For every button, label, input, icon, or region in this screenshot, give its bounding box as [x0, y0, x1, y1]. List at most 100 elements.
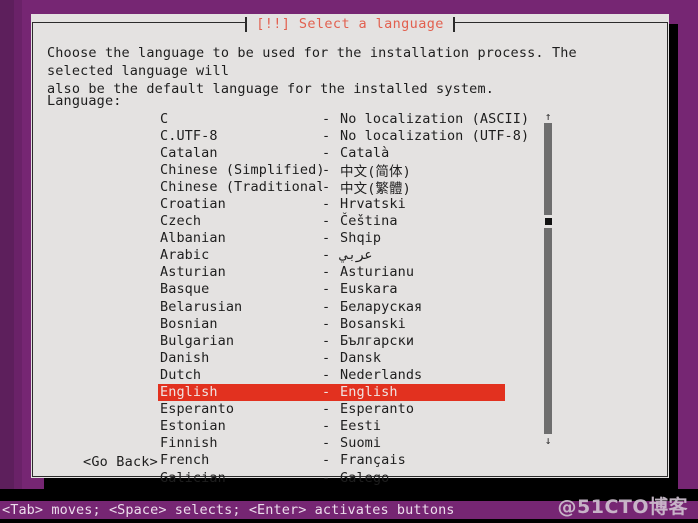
language-list-item[interactable]: Arabic - عربي: [158, 247, 503, 264]
language-name: Croatian: [160, 196, 226, 213]
language-name: Asturian: [160, 264, 226, 281]
language-list-item[interactable]: Croatian - Hrvatski: [158, 195, 503, 212]
language-native-name: Asturianu: [340, 264, 415, 281]
watermark: @51CTO博客: [557, 496, 688, 518]
page-title: [!!] Select a language: [247, 14, 453, 34]
language-native-name: Esperanto: [340, 401, 415, 418]
language-separator: -: [322, 349, 331, 366]
language-list-item[interactable]: Finnish - Suomi: [158, 435, 503, 452]
language-separator: -: [322, 127, 331, 144]
language-list-item[interactable]: English - English: [158, 383, 505, 401]
language-name: Estonian: [160, 418, 226, 435]
language-list-item[interactable]: Chinese (Simplified) - 中文(简体): [158, 161, 503, 180]
language-separator: -: [322, 384, 331, 401]
language-native-name: Беларуская: [340, 298, 423, 315]
language-name: Bulgarian: [160, 332, 235, 349]
language-separator: -: [322, 418, 331, 435]
language-native-name: Suomi: [340, 435, 382, 452]
language-name: Albanian: [160, 230, 226, 247]
scrollbar-track[interactable]: [544, 123, 552, 434]
language-native-name: Български: [340, 332, 415, 349]
language-list-item[interactable]: Belarusian - Беларуская: [158, 298, 503, 315]
scrollbar-thumb[interactable]: [542, 215, 554, 229]
language-name: Czech: [160, 213, 202, 230]
language-list-item[interactable]: Catalan - Català: [158, 144, 503, 161]
language-separator: -: [322, 298, 331, 315]
language-separator: -: [322, 230, 331, 247]
language-separator: -: [322, 144, 331, 161]
scroll-up-arrow-icon[interactable]: ↑: [541, 110, 555, 123]
language-name: Dutch: [160, 366, 202, 383]
language-native-name: Català: [340, 144, 390, 161]
language-native-name: Dansk: [340, 349, 382, 366]
language-list[interactable]: C - No localization (ASCII) C.UTF-8- No loca…: [158, 110, 529, 503]
language-separator: -: [322, 401, 331, 418]
language-native-name: English: [340, 384, 398, 401]
language-list-item[interactable]: Bosnian - Bosanski: [158, 315, 503, 332]
installer-screen: [!!] Select a language Choose the langua…: [0, 0, 698, 523]
screen-left-edge-band-inner: [14, 0, 22, 489]
language-list-item[interactable]: Chinese (Traditional) - 中文(繁體): [158, 178, 503, 197]
language-separator: -: [322, 315, 331, 332]
language-list-item[interactable]: Bulgarian - Български: [158, 332, 503, 349]
language-separator: -: [322, 452, 331, 469]
language-list-item[interactable]: C - No localization (ASCII): [158, 110, 529, 127]
language-native-name: Galego: [340, 469, 390, 486]
language-name: Galician: [160, 469, 226, 486]
language-native-name: Euskara: [340, 281, 398, 298]
language-name: Chinese (Traditional): [160, 178, 322, 195]
language-separator: -: [322, 469, 331, 486]
language-list-item[interactable]: Dutch - Nederlands: [158, 366, 503, 383]
language-name: C: [160, 110, 169, 127]
screen-left-edge-band: [0, 0, 14, 489]
language-separator: -: [322, 435, 331, 452]
language-name: Arabic: [160, 247, 210, 264]
language-list-item[interactable]: Estonian - Eesti: [158, 418, 503, 435]
language-name: Esperanto: [160, 401, 235, 418]
language-list-scrollbar[interactable]: ↑ ↓: [541, 110, 555, 447]
language-separator: -: [322, 161, 331, 178]
select-language-dialog: [!!] Select a language Choose the langua…: [31, 14, 669, 503]
language-native-name: No localization (ASCII): [340, 110, 530, 127]
language-name: Danish: [160, 349, 210, 366]
language-list-item[interactable]: Basque - Euskara: [158, 281, 503, 298]
language-native-name: Shqip: [340, 230, 382, 247]
language-list-label: Language:: [47, 93, 122, 109]
dialog-description: Choose the language to be used for the i…: [47, 45, 577, 97]
language-separator: -: [322, 264, 331, 281]
language-native-name: Français: [340, 452, 406, 469]
language-list-item[interactable]: C.UTF-8 - No localization (UTF-8): [158, 127, 529, 144]
go-back-button[interactable]: <Go Back>: [83, 454, 158, 470]
language-native-name: Eesti: [340, 418, 382, 435]
language-native-name: Bosanski: [340, 315, 406, 332]
language-native-name: Nederlands: [340, 366, 423, 383]
language-separator: -: [322, 213, 331, 230]
language-separator: -: [322, 366, 331, 383]
language-separator: -: [322, 281, 331, 298]
language-list-item[interactable]: Albanian - Shqip: [158, 230, 503, 247]
language-list-item[interactable]: Esperanto - Esperanto: [158, 401, 503, 418]
language-name: C.UTF-8: [160, 127, 218, 144]
language-name: Bosnian: [160, 315, 218, 332]
language-name: English: [160, 384, 218, 401]
language-list-item[interactable]: French - Français: [158, 452, 503, 469]
language-name: French: [160, 452, 210, 469]
language-separator: -: [322, 332, 331, 349]
language-native-name: Čeština: [340, 213, 398, 230]
language-name: Belarusian: [160, 298, 243, 315]
language-list-item[interactable]: Asturian - Asturianu: [158, 264, 503, 281]
language-native-name: 中文(繁體): [340, 180, 411, 197]
language-list-item[interactable]: Czech - Čeština: [158, 213, 503, 230]
language-separator: -: [322, 110, 331, 127]
language-name: Catalan: [160, 144, 218, 161]
language-list-item[interactable]: Galician - Galego: [158, 469, 503, 486]
language-list-item[interactable]: Danish - Dansk: [158, 349, 503, 366]
language-native-name: عربي: [340, 247, 373, 264]
dialog-title-bar: [!!] Select a language: [31, 14, 669, 34]
language-native-name: No localization (UTF-8): [340, 127, 530, 144]
language-native-name: Hrvatski: [340, 196, 406, 213]
language-separator: -: [322, 247, 331, 264]
scroll-down-arrow-icon[interactable]: ↓: [541, 434, 555, 447]
language-separator: -: [322, 196, 331, 213]
language-name: Basque: [160, 281, 210, 298]
